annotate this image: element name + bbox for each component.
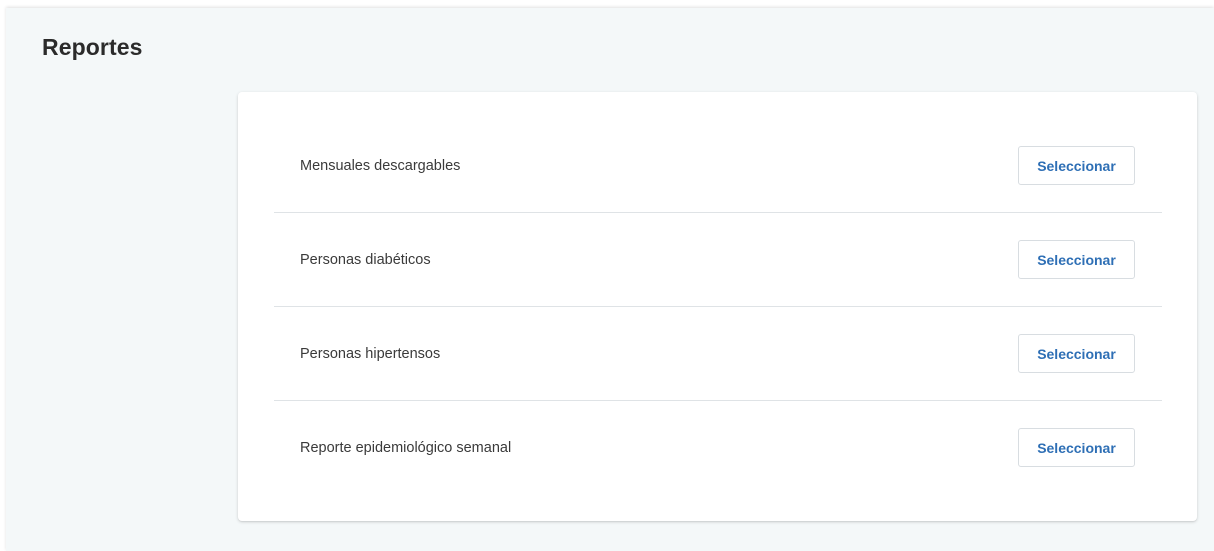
page-title: Reportes	[42, 34, 143, 60]
report-label: Personas diabéticos	[300, 252, 431, 268]
report-label: Mensuales descargables	[300, 158, 461, 174]
report-label: Personas hipertensos	[300, 346, 441, 362]
top-bar-edge	[6, 0, 1214, 8]
report-row-mensuales: Mensuales descargables Seleccionar	[274, 119, 1162, 213]
select-button[interactable]: Seleccionar	[1018, 428, 1135, 467]
select-button[interactable]: Seleccionar	[1018, 146, 1135, 185]
report-label: Reporte epidemiológico semanal	[300, 440, 512, 456]
select-button[interactable]: Seleccionar	[1018, 240, 1135, 279]
reports-page: Reportes Mensuales descargables Seleccio…	[6, 8, 1214, 551]
select-button[interactable]: Seleccionar	[1018, 334, 1135, 373]
report-row-hipertensos: Personas hipertensos Seleccionar	[274, 307, 1162, 401]
report-row-diabeticos: Personas diabéticos Seleccionar	[274, 213, 1162, 307]
report-row-epidemiologico: Reporte epidemiológico semanal Seleccion…	[274, 401, 1162, 495]
reports-card: Mensuales descargables Seleccionar Perso…	[238, 92, 1197, 521]
